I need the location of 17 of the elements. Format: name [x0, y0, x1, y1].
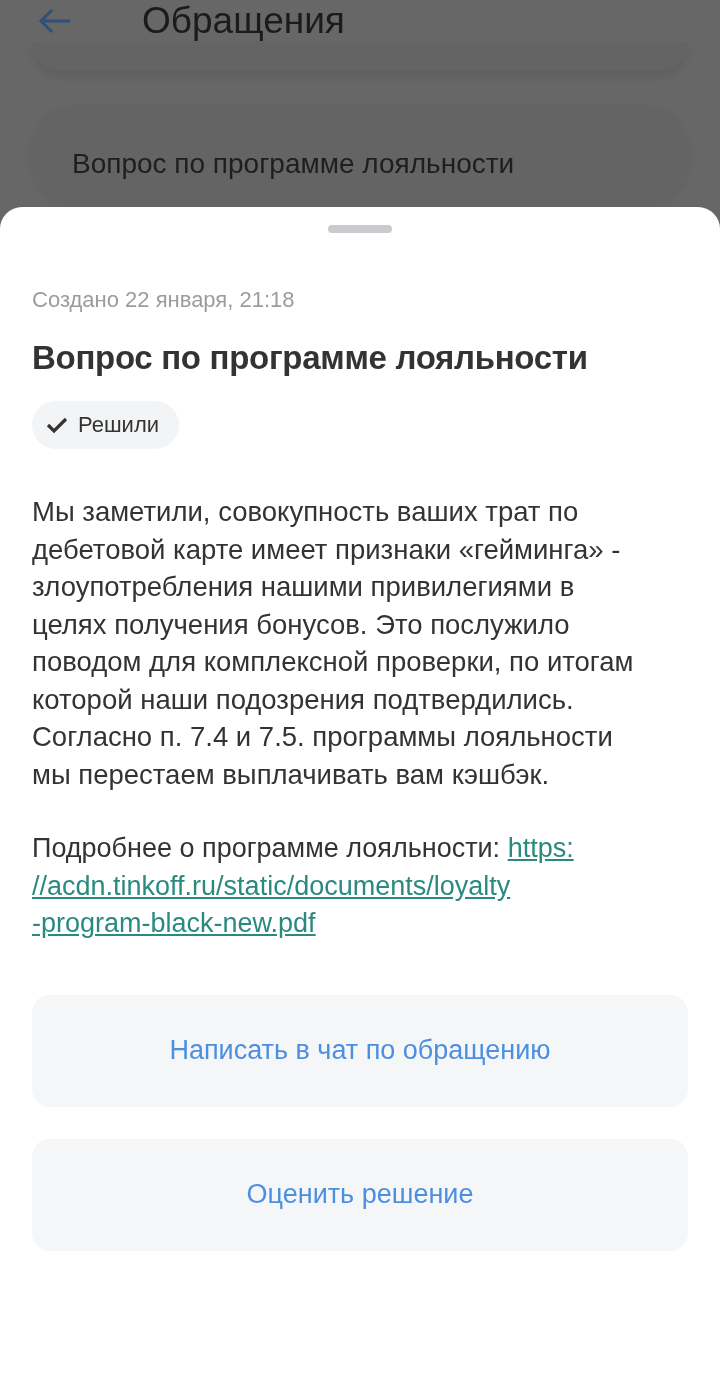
- message-text: Согласно п. 7.4 и 7.5. программы лояльности мы перестаем выплачивать вам кэшбэк.: [32, 720, 614, 792]
- more-info-text: Подробнее о программе лояльности:: [32, 833, 501, 863]
- request-title: Вопрос по программе лояльности: [32, 339, 589, 377]
- drag-handle[interactable]: [328, 225, 392, 233]
- message-text: Мы заметили, совокупность ваших трат по дебетовой карте имеет признаки «гейминга» - злоупотребления нашими привилегиями в целях получения бонусов. Это послужило поводом для комплексной проверки, по итогам которой наши подозрения подтвердились.: [32, 495, 635, 717]
- check-icon: [46, 416, 68, 434]
- card-title: Вопрос по программе лояльности: [72, 147, 516, 180]
- document-link[interactable]: -program-black-new.pdf: [32, 908, 316, 938]
- status-label: Решили: [78, 412, 159, 438]
- action-button[interactable]: Написать в чат по обращению: [32, 994, 688, 1107]
- document-link[interactable]: //acdn.tinkoff.ru/static/documents/loyalty: [32, 870, 511, 901]
- document-link[interactable]: https:: [507, 833, 574, 863]
- back-arrow-icon[interactable]: [38, 8, 72, 34]
- page-title: Обращения: [142, 0, 345, 42]
- created-date: Создано 22 января, 21:18: [32, 287, 296, 313]
- action-button[interactable]: Оценить решение: [32, 1138, 688, 1251]
- request-card[interactable]: Вопрос по программе лояльности: [32, 109, 688, 207]
